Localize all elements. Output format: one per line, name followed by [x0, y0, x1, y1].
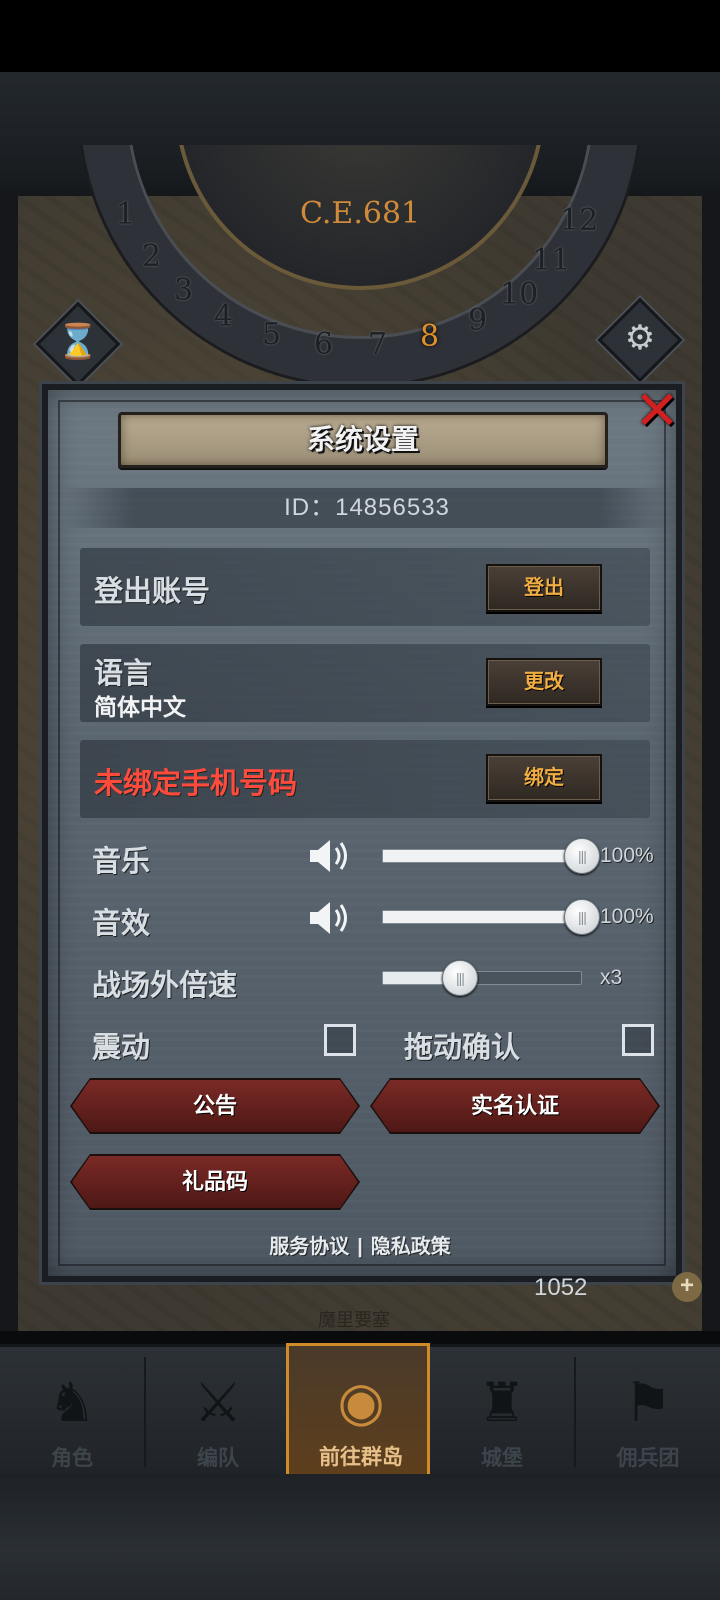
player-id: ID：14856533 [60, 488, 674, 528]
map-border-right [702, 196, 720, 1331]
sfx-percent: 100% [600, 905, 654, 928]
logout-button[interactable]: 登出 [486, 564, 602, 612]
language-label: 语言 [94, 658, 153, 690]
knight-icon: ♞ [47, 1373, 97, 1433]
nav-item-castle[interactable]: ♜ 城堡 [430, 1347, 574, 1477]
speed-slider-knob[interactable] [442, 960, 478, 996]
nav-label-castle: 城堡 [481, 1447, 523, 1470]
castle-icon: ♜ [477, 1373, 527, 1433]
realname-verification-button[interactable]: 实名认证 [372, 1080, 658, 1132]
giftcode-button[interactable]: 礼品码 [72, 1156, 358, 1208]
music-speaker-icon[interactable] [306, 836, 354, 876]
bind-phone-button[interactable]: 绑定 [486, 754, 602, 802]
dial-number-4: 4 [214, 299, 234, 334]
music-label: 音乐 [92, 846, 151, 878]
nav-label-mercenary: 佣兵团 [616, 1447, 680, 1470]
sfx-label: 音效 [92, 908, 151, 940]
footer-links: 服务协议 | 隐私政策 [0, 1230, 720, 1259]
change-language-button[interactable]: 更改 [486, 658, 602, 706]
dial-number-8: 8 [420, 319, 440, 354]
sfx-slider-fill [383, 911, 581, 923]
panel-inner-border [58, 400, 666, 1266]
dial-number-12: 12 [560, 203, 599, 238]
nav-item-squad[interactable]: ⚔ 编队 [146, 1347, 290, 1477]
sfx-slider-knob[interactable] [564, 899, 600, 935]
phone-unbound-label: 未绑定手机号码 [94, 768, 298, 800]
close-button[interactable]: ✕ [632, 384, 682, 438]
vibrate-label: 震动 [92, 1032, 151, 1064]
drag-confirm-checkbox[interactable] [622, 1024, 654, 1056]
music-slider-fill [383, 850, 581, 862]
nav-label-character: 角色 [51, 1447, 93, 1470]
logout-label: 登出账号 [94, 576, 211, 608]
sfx-speaker-icon[interactable] [306, 898, 354, 938]
bottom-frame [0, 1474, 720, 1600]
currency-amount: 1052 [534, 1274, 588, 1301]
close-icon: ✕ [634, 381, 680, 441]
island-icon: ◉ [337, 1372, 385, 1432]
dial-number-7: 7 [368, 327, 388, 362]
status-bar [0, 0, 720, 72]
language-value: 简体中文 [94, 694, 186, 720]
map-location-label: 魔里要塞 [318, 1310, 390, 1330]
title-banner: 系统设置 [118, 412, 608, 468]
dial-number-2: 2 [142, 239, 162, 274]
gear-icon: ⚙ [624, 319, 656, 357]
announcement-button[interactable]: 公告 [72, 1080, 358, 1132]
dial-number-3: 3 [174, 273, 194, 308]
hourglass-icon: ⌛ [56, 323, 100, 361]
mercenary-icon: ⚑ [623, 1373, 673, 1433]
dial-number-11: 11 [532, 243, 571, 278]
calendar-dial: 1 2 3 4 5 6 7 8 9 10 11 12 [80, 145, 640, 385]
speed-label: 战场外倍速 [92, 970, 238, 1002]
dial-number-6: 6 [314, 327, 334, 362]
dial-number-10: 10 [500, 277, 539, 312]
nav-label-islands: 前往群岛 [319, 1446, 403, 1469]
privacy-link[interactable]: 隐私政策 [371, 1236, 451, 1258]
nav-item-mercenary[interactable]: ⚑ 佣兵团 [576, 1347, 720, 1477]
map-border-left [0, 196, 18, 1331]
year-label: C.E.681 [300, 196, 421, 231]
speed-slider[interactable] [382, 971, 582, 985]
squad-icon: ⚔ [193, 1373, 243, 1433]
sfx-slider[interactable] [382, 910, 582, 924]
vibrate-checkbox[interactable] [324, 1024, 356, 1056]
terms-link[interactable]: 服务协议 [269, 1236, 349, 1258]
page-title: 系统设置 [306, 424, 419, 455]
drag-confirm-label: 拖动确认 [404, 1032, 521, 1064]
dial-number-9: 9 [468, 303, 488, 338]
speed-value: x3 [600, 966, 623, 989]
bottom-nav: ♞ 角色 ⚔ 编队 ◉ 前往群岛 ♜ 城堡 ⚑ 佣兵团 [0, 1343, 720, 1481]
dial-number-1: 1 [116, 197, 136, 232]
link-separator: | [357, 1236, 363, 1258]
nav-label-squad: 编队 [197, 1447, 239, 1470]
music-slider-knob[interactable] [564, 838, 600, 874]
music-slider[interactable] [382, 849, 582, 863]
add-currency-icon[interactable]: + [672, 1272, 702, 1302]
nav-item-islands[interactable]: ◉ 前往群岛 [286, 1343, 430, 1481]
dial-number-5: 5 [262, 317, 282, 352]
music-percent: 100% [600, 844, 654, 867]
nav-item-character[interactable]: ♞ 角色 [0, 1347, 144, 1477]
